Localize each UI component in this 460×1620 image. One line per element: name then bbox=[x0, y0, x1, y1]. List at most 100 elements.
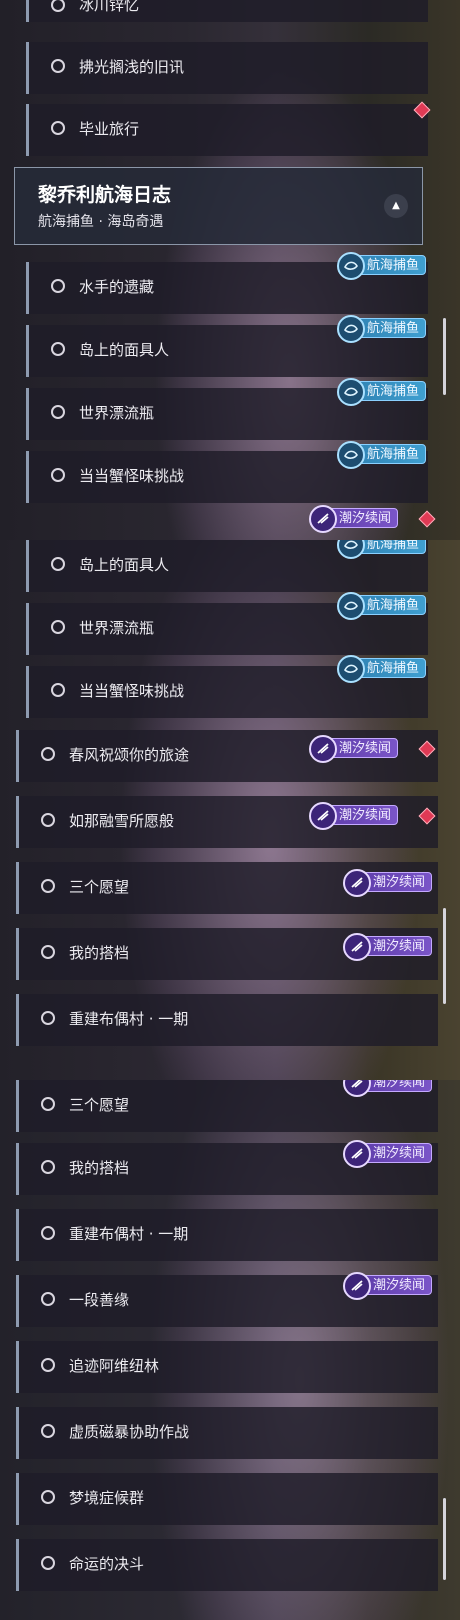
badge-label: 潮汐续闻 bbox=[339, 741, 392, 756]
fishing-badge: 航海捕鱼 bbox=[337, 441, 427, 469]
quest-row[interactable]: 虚质磁暴协助作战 bbox=[16, 1407, 438, 1459]
badge-label: 航海捕鱼 bbox=[367, 321, 420, 336]
quest-label: 命运的决斗 bbox=[69, 1555, 145, 1573]
quest-row[interactable]: 重建布偶村 · 一期 bbox=[16, 1209, 438, 1261]
quest-status-circle-icon bbox=[41, 1424, 55, 1438]
tide-badge: 潮汐续闻 bbox=[343, 1080, 433, 1097]
fishing-badge-icon bbox=[337, 592, 365, 620]
quest-label: 世界漂流瓶 bbox=[79, 619, 155, 637]
quest-label: 一段善缘 bbox=[69, 1291, 130, 1309]
quest-status-circle-icon bbox=[41, 1160, 55, 1174]
badge-label: 潮汐续闻 bbox=[373, 1278, 426, 1293]
quest-list-panel-3: 三个愿望 我的搭档 重建布偶村 · 一期 一段善缘 追迹阿维纽林 虚质磁暴协助作… bbox=[0, 1080, 460, 1620]
badge-label: 航海捕鱼 bbox=[367, 447, 420, 462]
quest-status-circle-icon bbox=[51, 405, 65, 419]
quest-list-panel-2: 岛上的面具人 世界漂流瓶 当当蟹怪味挑战 春风祝颂你的旅途 如那融雪所愿般 三个… bbox=[0, 540, 460, 1080]
quest-status-circle-icon bbox=[41, 747, 55, 761]
quest-label: 岛上的面具人 bbox=[79, 556, 170, 574]
scrollbar-thumb[interactable] bbox=[443, 1498, 446, 1580]
tide-badge: 潮汐续闻 bbox=[343, 1140, 433, 1168]
fishing-badge-icon bbox=[337, 315, 365, 343]
quest-row-partial[interactable]: 冰川锌忆 bbox=[26, 0, 428, 22]
quest-list-panel-1: 冰川锌忆 拂光搁浅的旧讯 毕业旅行 黎乔利航海日志 航海捕鱼 · 海岛奇遇 ▲ … bbox=[0, 0, 460, 540]
fishing-badge: 航海捕鱼 bbox=[337, 592, 427, 620]
quest-status-circle-icon bbox=[41, 1097, 55, 1111]
badge-label: 潮汐续闻 bbox=[373, 1080, 426, 1090]
scrollbar-thumb[interactable] bbox=[443, 318, 446, 395]
quest-label: 拂光搁浅的旧讯 bbox=[79, 58, 185, 76]
badge-label: 航海捕鱼 bbox=[367, 384, 420, 399]
quest-label: 虚质磁暴协助作战 bbox=[69, 1423, 190, 1441]
fishing-badge-icon bbox=[337, 655, 365, 683]
tide-badge-icon bbox=[309, 735, 337, 763]
quest-status-circle-icon bbox=[51, 620, 65, 634]
fishing-badge-icon bbox=[337, 378, 365, 406]
quest-row[interactable]: 追迹阿维纽林 bbox=[16, 1341, 438, 1393]
badge-label: 航海捕鱼 bbox=[367, 258, 420, 273]
quest-status-circle-icon bbox=[41, 1011, 55, 1025]
quest-label: 追迹阿维纽林 bbox=[69, 1357, 160, 1375]
quest-label: 春风祝颂你的旅途 bbox=[69, 746, 190, 764]
badge-label: 潮汐续闻 bbox=[339, 808, 392, 823]
quest-status-circle-icon bbox=[51, 683, 65, 697]
quest-status-circle-icon bbox=[51, 557, 65, 571]
quest-status-circle-icon bbox=[51, 0, 65, 12]
tide-badge: 潮汐续闻 bbox=[309, 735, 399, 763]
badge-label: 航海捕鱼 bbox=[367, 598, 420, 613]
quest-label: 当当蟹怪味挑战 bbox=[79, 682, 185, 700]
quest-label: 重建布偶村 · 一期 bbox=[69, 1010, 189, 1028]
quest-status-circle-icon bbox=[41, 879, 55, 893]
badge-label: 航海捕鱼 bbox=[367, 540, 420, 552]
quest-label: 三个愿望 bbox=[69, 1096, 130, 1114]
badge-label: 潮汐续闻 bbox=[373, 1146, 426, 1161]
quest-status-circle-icon bbox=[41, 1556, 55, 1570]
quest-label: 岛上的面具人 bbox=[79, 341, 170, 359]
collapse-chevron-icon[interactable]: ▲ bbox=[384, 194, 408, 218]
quest-label: 我的搭档 bbox=[69, 944, 130, 962]
badge-label: 潮汐续闻 bbox=[373, 875, 426, 890]
tide-badge-icon bbox=[343, 869, 371, 897]
tide-badge-icon bbox=[343, 1140, 371, 1168]
tide-badge: 潮汐续闻 bbox=[309, 802, 399, 830]
fishing-badge-icon bbox=[337, 252, 365, 280]
fishing-badge: 航海捕鱼 bbox=[337, 252, 427, 280]
quest-label: 冰川锌忆 bbox=[79, 0, 140, 14]
badge-label: 航海捕鱼 bbox=[367, 661, 420, 676]
quest-status-circle-icon bbox=[51, 468, 65, 482]
quest-label: 梦境症候群 bbox=[69, 1489, 145, 1507]
scrollbar-thumb[interactable] bbox=[443, 908, 446, 1004]
tide-badge: 潮汐续闻 bbox=[343, 1272, 433, 1300]
quest-status-circle-icon bbox=[41, 813, 55, 827]
quest-group-title: 黎乔利航海日志 bbox=[38, 184, 172, 206]
quest-status-circle-icon bbox=[51, 59, 65, 73]
quest-row[interactable]: 毕业旅行 bbox=[26, 104, 428, 156]
quest-label: 世界漂流瓶 bbox=[79, 404, 155, 422]
quest-label: 我的搭档 bbox=[69, 1159, 130, 1177]
badge-label: 潮汐续闻 bbox=[339, 511, 392, 526]
quest-status-circle-icon bbox=[41, 1490, 55, 1504]
quest-status-circle-icon bbox=[51, 279, 65, 293]
quest-row[interactable]: 拂光搁浅的旧讯 bbox=[26, 42, 428, 94]
quest-row[interactable]: 命运的决斗 bbox=[16, 1539, 438, 1591]
fishing-badge-icon bbox=[337, 441, 365, 469]
fishing-badge: 航海捕鱼 bbox=[337, 378, 427, 406]
quest-group-header[interactable]: 黎乔利航海日志 航海捕鱼 · 海岛奇遇 ▲ bbox=[14, 167, 423, 245]
fishing-badge: 航海捕鱼 bbox=[337, 540, 427, 559]
tide-badge-icon bbox=[309, 505, 337, 533]
tide-badge: 潮汐续闻 bbox=[309, 505, 399, 533]
quest-row[interactable]: 梦境症候群 bbox=[16, 1473, 438, 1525]
quest-status-circle-icon bbox=[41, 945, 55, 959]
quest-group-subtitle: 航海捕鱼 · 海岛奇遇 bbox=[38, 214, 164, 230]
quest-label: 三个愿望 bbox=[69, 878, 130, 896]
quest-status-circle-icon bbox=[41, 1292, 55, 1306]
quest-label: 如那融雪所愿般 bbox=[69, 812, 175, 830]
quest-label: 毕业旅行 bbox=[79, 120, 140, 138]
quest-label: 当当蟹怪味挑战 bbox=[79, 467, 185, 485]
tide-badge-icon bbox=[309, 802, 337, 830]
quest-status-circle-icon bbox=[51, 121, 65, 135]
quest-row[interactable]: 重建布偶村 · 一期 bbox=[16, 994, 438, 1046]
fishing-badge: 航海捕鱼 bbox=[337, 315, 427, 343]
quest-label: 重建布偶村 · 一期 bbox=[69, 1225, 189, 1243]
tide-badge: 潮汐续闻 bbox=[343, 869, 433, 897]
fishing-badge: 航海捕鱼 bbox=[337, 655, 427, 683]
